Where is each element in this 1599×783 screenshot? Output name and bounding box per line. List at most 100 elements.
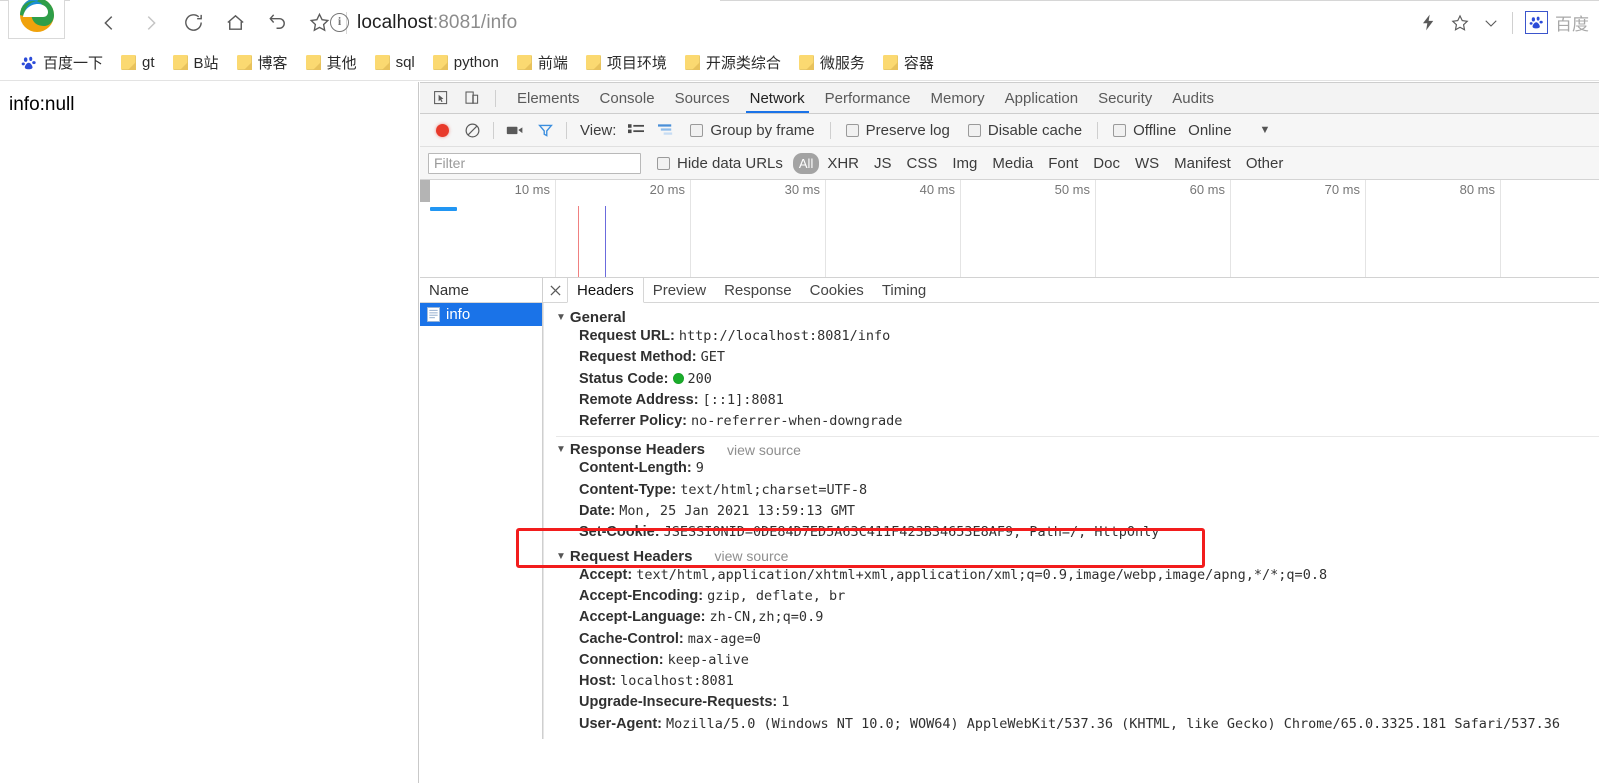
type-filter-xhr[interactable]: XHR [820, 153, 866, 174]
general-section-title[interactable]: ▼ General [544, 309, 1599, 326]
bookmark-item[interactable]: 百度一下 [12, 48, 112, 78]
filter-toggle-button[interactable] [531, 117, 559, 143]
back-button[interactable] [88, 2, 130, 44]
more-button[interactable] [1482, 14, 1500, 32]
site-info-icon[interactable]: i [330, 13, 349, 32]
bookmark-label: 微服务 [819, 55, 865, 72]
timeline-gridline [1230, 180, 1231, 277]
request-headers-section-title[interactable]: ▼ Request Headers view source [544, 548, 1599, 565]
bookmark-item[interactable]: 项目环境 [577, 48, 676, 78]
detail-tab-cookies[interactable]: Cookies [801, 278, 873, 302]
paw-glyph [1529, 16, 1543, 29]
chevron-down-icon [1485, 19, 1497, 27]
view-source-link[interactable]: view source [727, 442, 801, 458]
bookmark-item[interactable]: gt [112, 48, 164, 78]
header-row: Accept-Encoding: gzip, deflate, br [544, 586, 1599, 607]
view-waterfall-button[interactable] [652, 117, 680, 143]
header-row: Status Code: 200 [544, 369, 1599, 390]
response-headers-section-title[interactable]: ▼ Response Headers view source [544, 441, 1599, 458]
record-button[interactable] [428, 117, 456, 143]
type-filter-css[interactable]: CSS [900, 153, 945, 174]
type-filter-ws[interactable]: WS [1128, 153, 1166, 174]
header-key: Host: [579, 673, 617, 690]
toggle-device-toolbar-button[interactable] [459, 86, 485, 110]
bookmark-label: 百度一下 [43, 55, 104, 72]
bookmark-item[interactable]: 开源类综合 [676, 48, 790, 78]
network-timeline-overview[interactable]: 10 ms 20 ms 30 ms 40 ms 50 ms 60 ms 70 m… [420, 180, 1599, 278]
type-filter-all[interactable]: All [792, 152, 820, 174]
baidu-extension[interactable]: 百度 [1525, 10, 1589, 35]
header-value: http://localhost:8081/info [678, 328, 891, 344]
tab-console[interactable]: Console [590, 83, 665, 113]
undo-button[interactable] [256, 2, 298, 44]
disable-cache-checkbox[interactable]: Disable cache [960, 122, 1090, 139]
capture-screenshots-button[interactable] [501, 117, 529, 143]
bookmark-item[interactable]: python [424, 48, 508, 78]
tab-elements[interactable]: Elements [507, 83, 590, 113]
timeline-tick-label: 80 ms [1459, 182, 1495, 197]
timeline-gridline [690, 180, 691, 277]
bookmark-item[interactable]: B站 [164, 48, 228, 78]
throttling-select[interactable]: Online [1186, 122, 1239, 139]
filter-input[interactable] [428, 152, 641, 174]
type-filter-js[interactable]: JS [867, 153, 899, 174]
tab-performance[interactable]: Performance [815, 83, 921, 113]
reload-button[interactable] [172, 2, 214, 44]
type-filter-doc[interactable]: Doc [1086, 153, 1127, 174]
hide-data-urls-checkbox[interactable]: Hide data URLs [657, 155, 783, 172]
tab-label: Cookies [809, 281, 864, 299]
tab-sources[interactable]: Sources [665, 83, 740, 113]
home-button[interactable] [214, 2, 256, 44]
forward-button[interactable] [130, 2, 172, 44]
timeline-gridline [1500, 180, 1501, 277]
type-filter-img[interactable]: Img [945, 153, 984, 174]
group-by-frame-checkbox[interactable]: Group by frame [682, 122, 822, 139]
header-row: Cache-Control: max-age=0 [544, 629, 1599, 650]
header-key: Remote Address: [579, 391, 699, 408]
triangle-down-icon: ▼ [556, 550, 566, 562]
view-list-button[interactable] [622, 117, 650, 143]
bookmark-item[interactable]: 前端 [508, 48, 577, 78]
inspect-element-button[interactable] [428, 86, 454, 110]
header-row: Request Method: GET [544, 347, 1599, 368]
tab-security[interactable]: Security [1088, 83, 1162, 113]
devtools-tabbar: Elements Console Sources Network Perform… [420, 83, 1599, 114]
header-key: Connection: [579, 651, 664, 668]
bookmark-item[interactable]: 博客 [228, 48, 297, 78]
tab-label: Application [1004, 89, 1079, 107]
type-filter-font[interactable]: Font [1041, 153, 1085, 174]
request-row-info[interactable]: info [420, 303, 542, 326]
type-filter-media[interactable]: Media [985, 153, 1040, 174]
bookmark-item[interactable]: 容器 [874, 48, 943, 78]
detail-tab-headers[interactable]: Headers [567, 278, 644, 303]
tab-network[interactable]: Network [740, 83, 815, 113]
lightning-button[interactable] [1419, 13, 1438, 32]
star-outline-icon [1451, 14, 1469, 31]
throttling-chevron-down-icon[interactable]: ▼ [1260, 124, 1271, 136]
bookmark-label: sql [395, 54, 415, 71]
detail-tab-timing[interactable]: Timing [873, 278, 935, 302]
header-key: User-Agent: [579, 715, 662, 732]
tab-memory[interactable]: Memory [921, 83, 995, 113]
type-filter-manifest[interactable]: Manifest [1167, 153, 1238, 174]
checkbox-label: Offline [1133, 121, 1177, 139]
request-list: Name info [420, 278, 543, 739]
preserve-log-checkbox[interactable]: Preserve log [838, 122, 958, 139]
network-filter-bar: Hide data URLs All XHR JS CSS Img Media … [420, 147, 1599, 180]
bookmark-item[interactable]: 其他 [297, 48, 366, 78]
tab-audits[interactable]: Audits [1162, 83, 1224, 113]
favorites-button[interactable] [1450, 13, 1470, 33]
folder-icon [432, 55, 448, 70]
detail-tab-preview[interactable]: Preview [644, 278, 715, 302]
detail-tab-response[interactable]: Response [715, 278, 801, 302]
type-filter-other[interactable]: Other [1239, 153, 1291, 174]
bookmark-item[interactable]: 微服务 [790, 48, 874, 78]
view-source-link[interactable]: view source [714, 548, 788, 564]
close-detail-button[interactable] [543, 278, 567, 302]
bookmark-label: 项目环境 [606, 55, 667, 72]
tab-application[interactable]: Application [995, 83, 1088, 113]
address-bar[interactable]: i localhost:8081/info [330, 0, 517, 45]
offline-checkbox[interactable]: Offline [1105, 122, 1184, 139]
bookmark-item[interactable]: sql [366, 48, 424, 78]
clear-button[interactable] [458, 117, 486, 143]
